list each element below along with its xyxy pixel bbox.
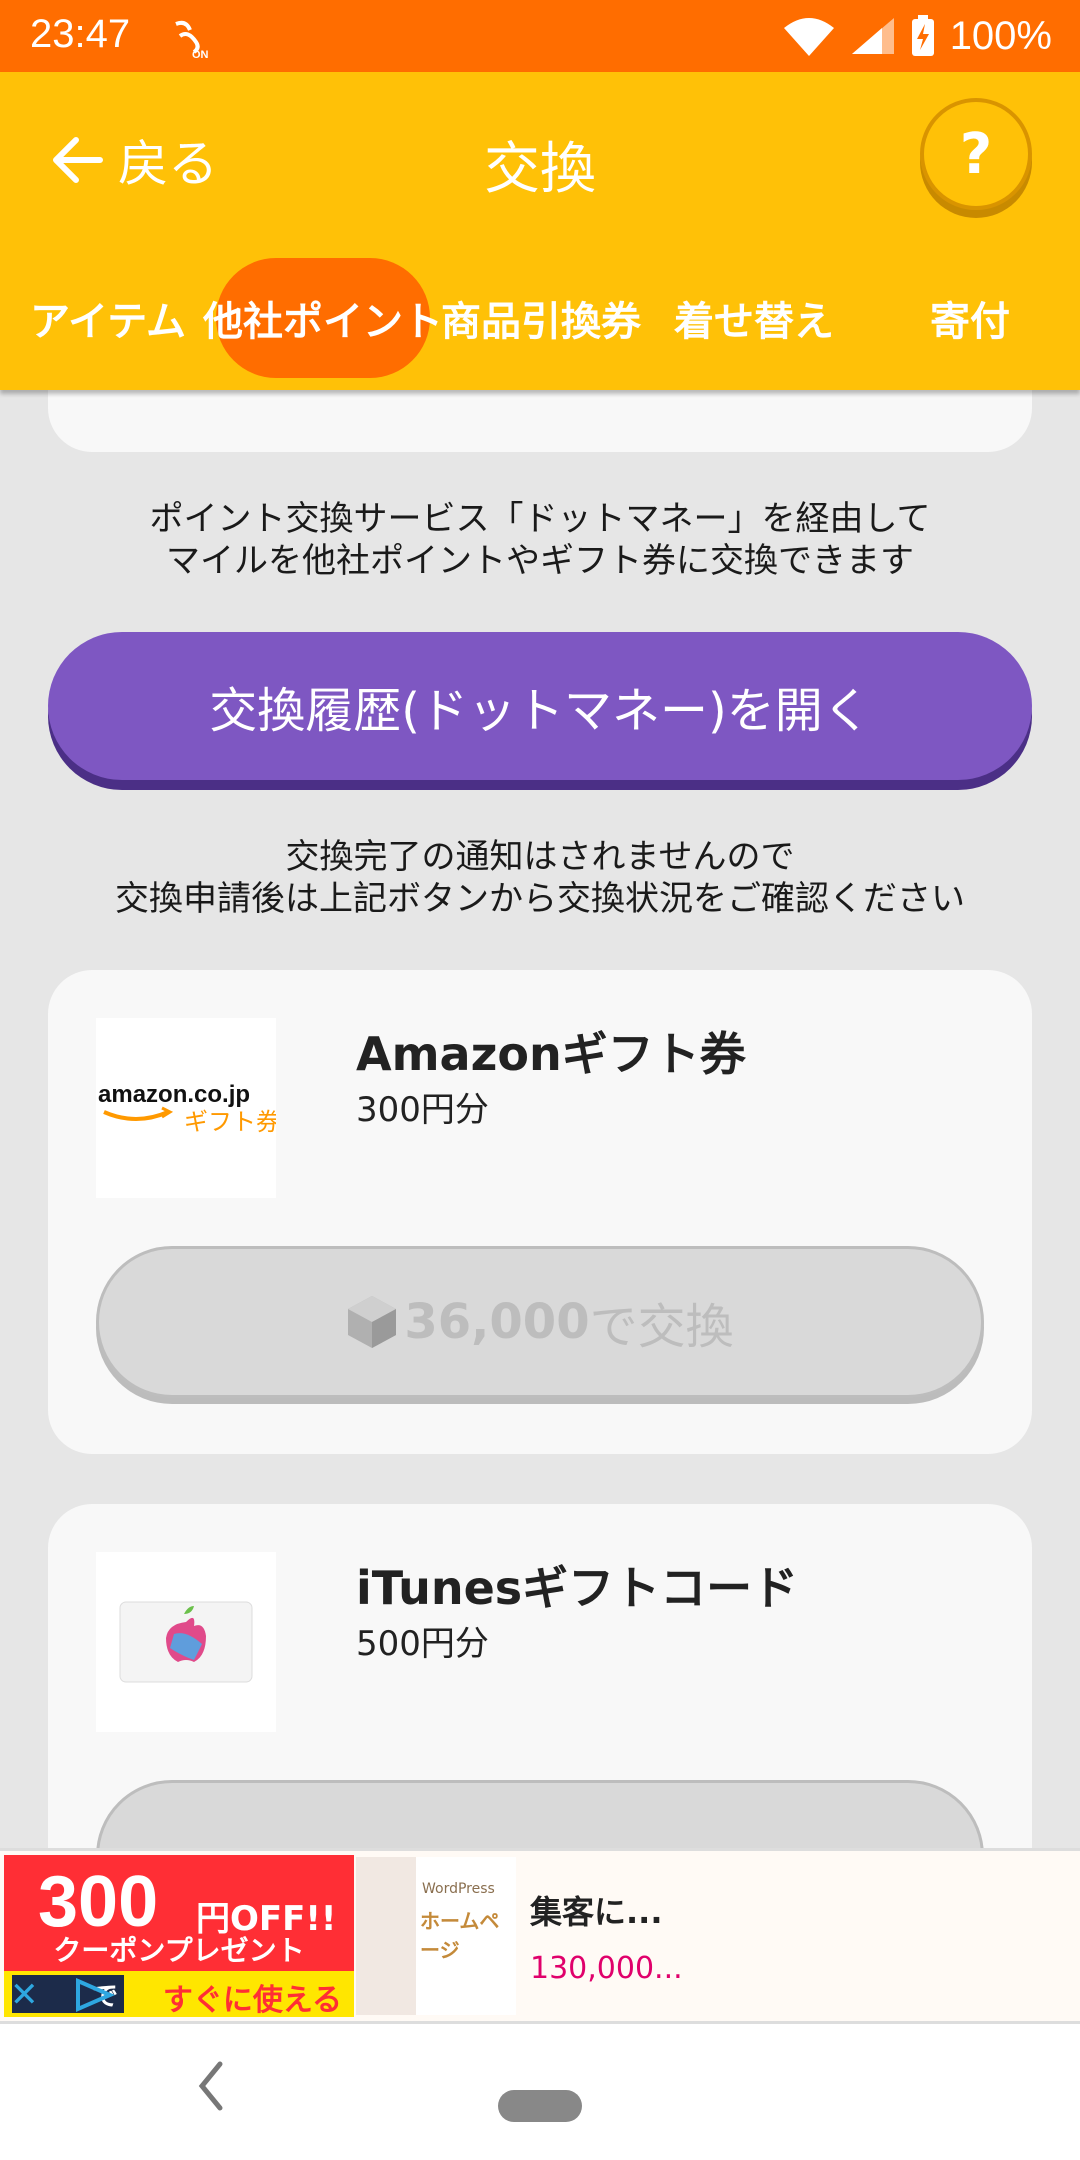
card-amount: 500円分: [356, 1624, 489, 1664]
card-title: iTunesギフトコード: [356, 1561, 799, 1615]
exchange-button[interactable]: 36,000 で交換: [96, 1246, 984, 1398]
open-history-button[interactable]: 交換履歴(ドットマネー)を開く: [48, 632, 1032, 780]
svg-text:ギフト券: ギフト券: [184, 1108, 276, 1136]
nav-back-icon[interactable]: [196, 2060, 226, 2112]
battery-percent: 100%: [949, 13, 1052, 58]
tab-donation[interactable]: 寄付: [900, 258, 1040, 378]
ad-price[interactable]: 130,000...: [530, 1951, 683, 1986]
mile-gem-icon: [348, 1296, 397, 1348]
tab-items[interactable]: アイテム: [20, 258, 196, 378]
tab-vouchers[interactable]: 商品引換券: [441, 258, 641, 378]
ad-close-icon[interactable]: ✕: [10, 1975, 39, 2015]
ad-thumbnail-small-text: WordPress: [422, 1881, 495, 1897]
ad-banner[interactable]: 300 円OFF!! クーポンプレゼント で すぐに使える ✕ WordPres…: [0, 1848, 1080, 2024]
service-description-line1: ポイント交換サービス「ドットマネー」を経由して: [149, 499, 931, 539]
signal-icon: [851, 18, 894, 54]
ad-coupon-image[interactable]: 300 円OFF!! クーポンプレゼント で すぐに使える ✕: [4, 1855, 354, 2017]
notice-line1: 交換完了の通知はされませんので: [285, 837, 795, 877]
card-amount: 300円分: [356, 1090, 489, 1130]
amazon-logo-icon: amazon.co.jp ギフト券: [98, 1081, 280, 1136]
itunes-gift-logo: [96, 1552, 276, 1732]
status-time: 23:47: [30, 12, 131, 56]
help-icon: ?: [959, 121, 993, 187]
tab-bar: アイテム 他社ポイント 商品引換券 着せ替え 寄付: [0, 258, 1080, 378]
nfc-on-icon: ON: [175, 20, 209, 60]
tab-skins[interactable]: 着せ替え: [664, 258, 844, 378]
battery-charging-icon: [911, 15, 934, 56]
tab-other-points[interactable]: 他社ポイント: [203, 258, 443, 378]
system-nav-bar: [0, 2018, 1080, 2160]
amazon-gift-logo: amazon.co.jp ギフト券: [96, 1018, 280, 1198]
exchange-suffix: で交換: [589, 1299, 734, 1355]
service-description: ポイント交換サービス「ドットマネー」を経由して マイルを他社ポイントやギフト券に…: [0, 498, 1080, 582]
notice-text: 交換完了の通知はされませんので 交換申請後は上記ボタンから交換状況をご確認くださ…: [0, 836, 1080, 920]
card-title: Amazonギフト券: [356, 1027, 746, 1081]
ad-title[interactable]: 集客に...: [530, 1887, 662, 1933]
svg-text:ON: ON: [192, 49, 209, 60]
nav-home-button[interactable]: [498, 2090, 582, 2122]
status-bar: 23:47 ON 100%: [0, 0, 1080, 72]
notice-line2: 交換申請後は上記ボタンから交換状況をご確認ください: [115, 879, 965, 919]
ad-choices-icon[interactable]: [74, 1977, 118, 2013]
app-header: 戻る 交換 ? アイテム 他社ポイント 商品引換券 着せ替え 寄付: [0, 72, 1080, 390]
service-description-line2: マイルを他社ポイントやギフト券に交換できます: [166, 541, 914, 581]
exchange-cost: 36,000: [404, 1294, 590, 1350]
svg-text:amazon.co.jp: amazon.co.jp: [98, 1081, 250, 1108]
ad-cta-strip: で すぐに使える: [4, 1971, 354, 2017]
ad-cta-text: すぐに使える: [162, 1983, 342, 2017]
wifi-icon: [783, 18, 834, 56]
ad-thumbnail[interactable]: WordPress ホームページ: [356, 1857, 516, 2015]
ad-coupon-text: クーポンプレゼント: [53, 1934, 305, 1967]
apple-gift-card-icon: [119, 1601, 253, 1683]
ad-thumbnail-title: ホームページ: [420, 1909, 500, 1962]
page-title: 交換: [484, 137, 596, 202]
gift-card-amazon: amazon.co.jp ギフト券 Amazonギフト券 300円分 36,00…: [48, 970, 1032, 1454]
help-button[interactable]: ?: [920, 98, 1032, 210]
